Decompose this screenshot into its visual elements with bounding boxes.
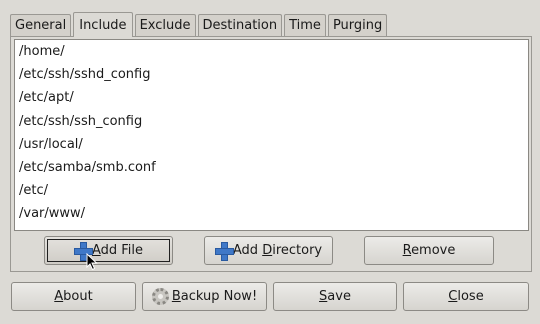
backup-now-button[interactable]: Backup Now! [142,282,267,311]
list-item[interactable]: /etc/samba/smb.conf [15,156,528,179]
remove-label: Remove [402,243,456,258]
tab-exclude[interactable]: Exclude [134,14,196,37]
close-button[interactable]: Close [403,282,529,311]
backup-settings-window: General Include Exclude Destination Time… [0,0,540,324]
remove-button[interactable]: Remove [364,236,494,265]
save-label: Save [319,289,351,304]
add-file-label: Add File [91,243,144,258]
tab-general[interactable]: General [10,14,72,37]
list-item[interactable]: /var/www/ [15,202,528,225]
tab-destination[interactable]: Destination [197,14,283,37]
tab-include[interactable]: Include [73,12,133,37]
list-item[interactable]: /etc/apt/ [15,86,528,109]
plus-icon [73,242,93,261]
list-item[interactable]: /etc/ssh/ssh_config [15,110,528,133]
about-label: About [54,289,93,304]
save-button[interactable]: Save [273,282,397,311]
tab-time[interactable]: Time [284,14,326,37]
list-item[interactable]: /etc/ssh/sshd_config [15,63,528,86]
add-directory-button[interactable]: Add Directory [204,236,333,265]
list-item[interactable]: /etc/ [15,179,528,202]
plus-icon [214,242,234,261]
include-list[interactable]: /home/ /etc/ssh/sshd_config /etc/apt/ /e… [14,39,529,231]
gear-icon [151,288,169,305]
tab-bar: General Include Exclude Destination Time… [10,12,389,37]
tab-purging[interactable]: Purging [327,14,388,37]
backup-now-label: Backup Now! [171,289,258,304]
add-file-button[interactable]: Add File [44,236,173,265]
add-directory-label: Add Directory [232,243,323,258]
about-button[interactable]: About [11,282,136,311]
list-item[interactable]: /usr/local/ [15,133,528,156]
list-item[interactable]: /home/ [15,40,528,63]
close-label: Close [448,289,484,304]
